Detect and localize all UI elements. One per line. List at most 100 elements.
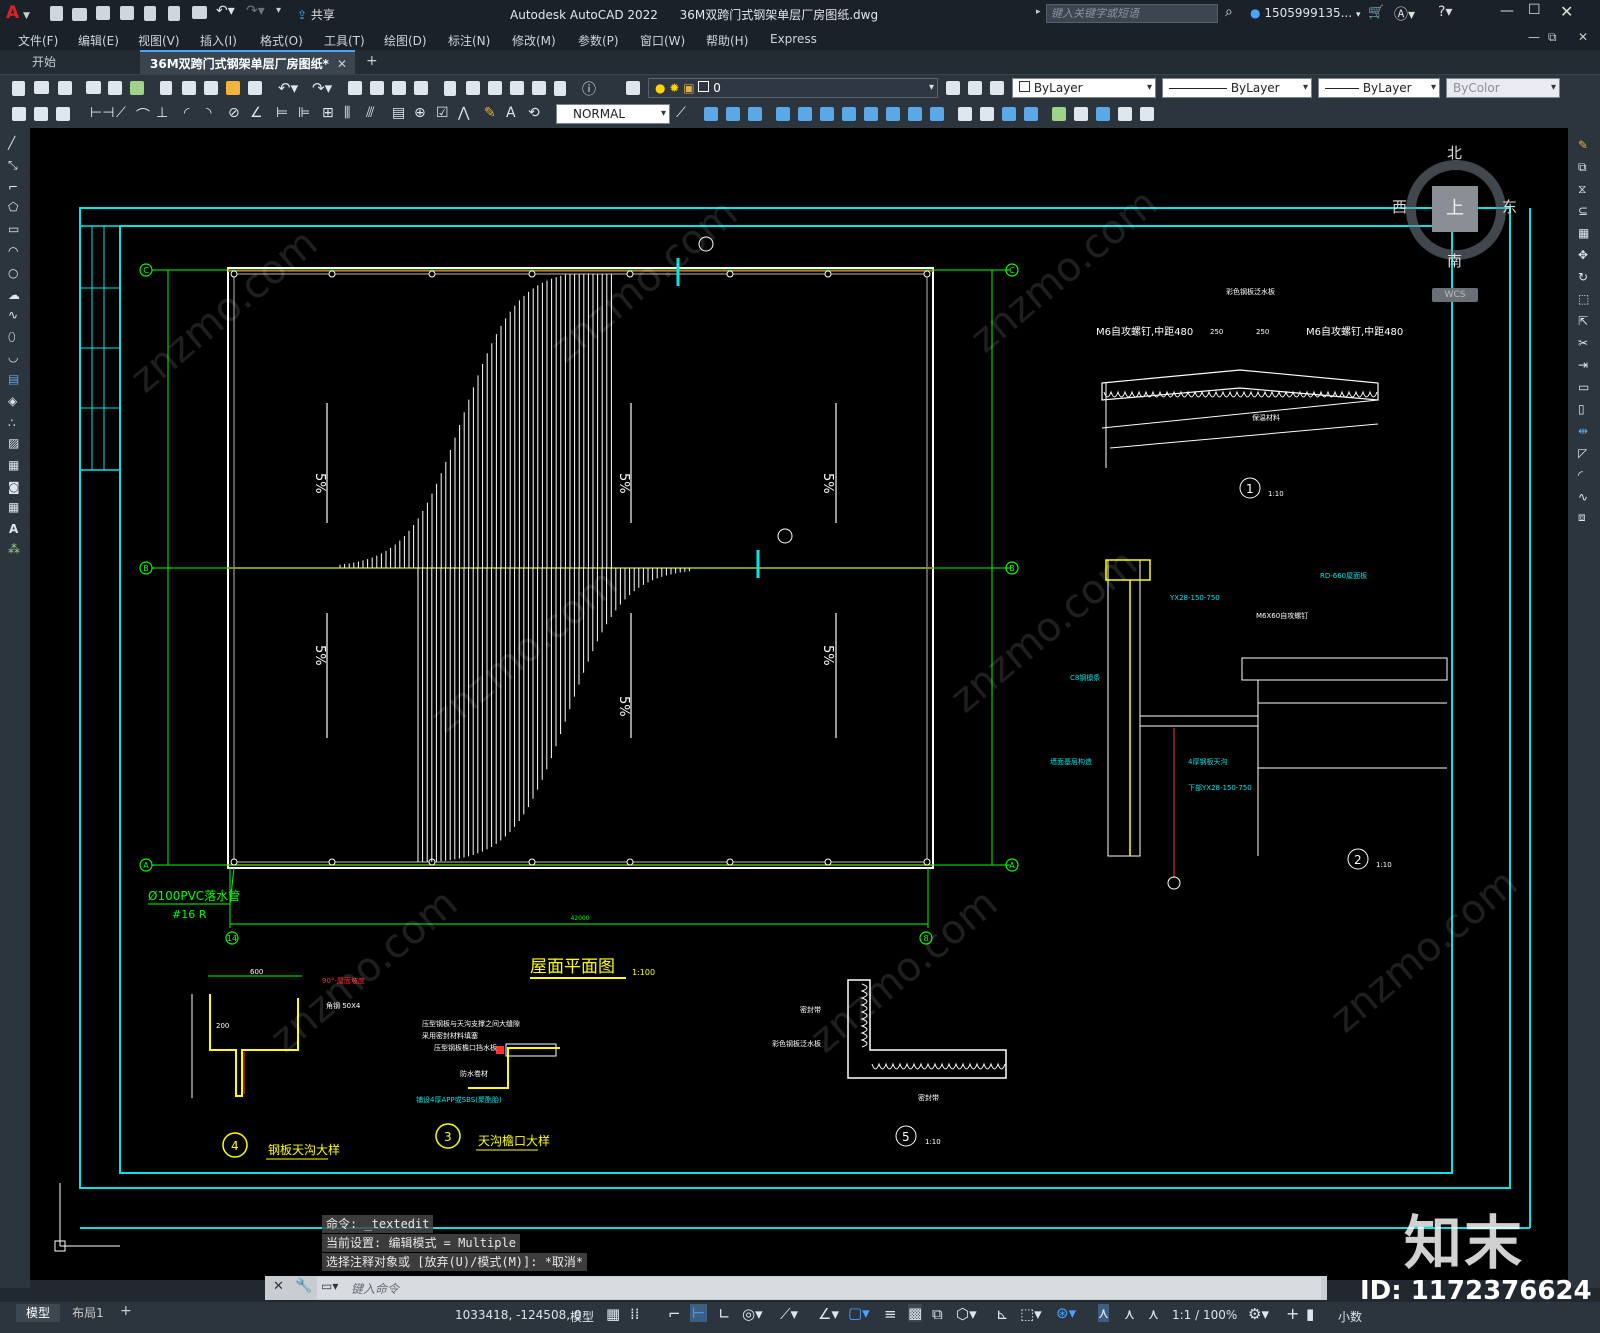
dynamic-ucs-icon[interactable]: ⊾ [996, 1305, 1009, 1323]
menu-parametric[interactable]: 参数(P) [578, 32, 619, 49]
tab-drawing[interactable]: 36M双跨门式钢架单层厂房图纸* ✕ [140, 50, 355, 74]
menu-view[interactable]: 视图(V) [138, 32, 180, 49]
slice-icon[interactable] [930, 107, 944, 121]
explode-icon[interactable]: ⧈ [1578, 510, 1586, 525]
loft-icon[interactable] [842, 107, 856, 121]
workspace-gear-icon[interactable]: ⚙▾ [1248, 1305, 1269, 1323]
point-icon[interactable]: ∴ [8, 416, 16, 430]
menu-dimension[interactable]: 标注(N) [448, 32, 490, 49]
lineweight-dropdown[interactable]: ByLayer ▾ [1318, 78, 1440, 98]
gizmo-icon[interactable]: ⊛▾ [1056, 1304, 1076, 1322]
dim-update-icon[interactable]: ⟲ [528, 105, 540, 121]
selection-cycling-icon[interactable]: ⧉ [932, 1305, 943, 1323]
sheet-set-icon[interactable] [510, 81, 524, 95]
redo-icon[interactable]: ↷▾ [246, 3, 265, 19]
menu-insert[interactable]: 插入(I) [200, 32, 237, 49]
break-icon[interactable]: ▯ [1578, 402, 1585, 416]
menu-format[interactable]: 格式(O) [260, 32, 303, 49]
new-file-icon[interactable] [50, 6, 63, 21]
tab-start[interactable]: 开始 [22, 50, 140, 74]
inspect-icon[interactable]: ☑ [436, 105, 449, 121]
union-icon[interactable] [864, 107, 878, 121]
rectangle-icon[interactable]: ▭ [8, 222, 19, 236]
transparency-icon[interactable]: ▩ [908, 1304, 923, 1322]
menu-edit[interactable]: 编辑(E) [78, 32, 119, 49]
ortho-icon[interactable]: ⊢ [690, 1304, 708, 1322]
help-search-input[interactable]: 键入关键字或短语 [1046, 4, 1218, 23]
compass-east[interactable]: 东 [1502, 196, 1517, 217]
save-icon[interactable] [96, 6, 110, 20]
plotstyle-dropdown[interactable]: ByColor ▾ [1446, 78, 1560, 98]
units-icon[interactable]: ▮ [1306, 1305, 1314, 1323]
publish-icon[interactable] [130, 81, 144, 95]
close-icon[interactable]: ✕ [1560, 2, 1573, 21]
command-input[interactable]: ▭▾ 键入命令 [317, 1277, 1321, 1299]
menu-tools[interactable]: 工具(T) [324, 32, 365, 49]
array-icon[interactable]: ▦ [1578, 226, 1589, 240]
polar-icon[interactable]: ∟ [718, 1305, 731, 1323]
command-close-icon[interactable]: ✕ [273, 1279, 284, 1294]
menu-help[interactable]: 帮助(H) [706, 32, 748, 49]
model-space-toggle[interactable]: 模型 [570, 1308, 594, 1325]
continue-icon[interactable]: ⊞ [322, 105, 334, 121]
linear-dimension-icon[interactable]: ⊢⊣ [90, 105, 114, 121]
user-account[interactable]: ● 1505999135... ▾ [1250, 6, 1360, 20]
wrench-icon[interactable]: 🔧 [295, 1278, 312, 1294]
orbit-icon[interactable] [1074, 107, 1088, 121]
pan-icon[interactable] [348, 81, 362, 95]
new-layout-button[interactable]: + [120, 1303, 132, 1319]
chevron-right-icon[interactable]: ▸ [1036, 7, 1041, 17]
modify-icon-b[interactable] [34, 107, 48, 121]
isodraft-icon[interactable]: ◎▾ [742, 1305, 763, 1323]
doc-restore-icon[interactable]: ⧉ [1548, 30, 1557, 45]
add-selected-icon[interactable]: ⁂ [8, 542, 20, 556]
rotate-icon[interactable]: ↻ [1578, 270, 1588, 284]
web-open-icon[interactable] [144, 6, 156, 21]
zoom-window-icon[interactable] [392, 81, 406, 95]
shade-icon[interactable] [958, 107, 972, 121]
fillet-icon[interactable]: ◜ [1578, 468, 1583, 482]
help-icon[interactable]: ?▾ [1438, 4, 1452, 20]
construction-line-icon[interactable]: ⤡ [8, 158, 18, 173]
redo-icon[interactable]: ↷▾ [312, 79, 332, 97]
coordinates-readout[interactable]: 1033418, -124508, 0 [455, 1308, 581, 1322]
compass-west[interactable]: 西 [1392, 196, 1407, 217]
menu-draw[interactable]: 绘图(D) [384, 32, 427, 49]
autodesk-a360-icon[interactable]: Ⓐ▾ [1394, 4, 1415, 24]
revcloud-icon[interactable]: ☁ [8, 288, 20, 302]
dim-text-edit-icon[interactable]: A [506, 105, 516, 121]
wcs-menu[interactable]: WCS [1432, 288, 1478, 302]
polyline-icon[interactable]: ⌐ [8, 180, 18, 194]
save-as-icon[interactable] [120, 6, 134, 20]
match-properties-icon[interactable] [226, 81, 240, 95]
infer-icon[interactable]: ⌐ [668, 1305, 681, 1323]
line-icon[interactable]: ╱ [8, 136, 15, 150]
scale-icon[interactable]: ⬚ [1578, 292, 1589, 306]
make-block-icon[interactable]: ◈ [8, 394, 17, 408]
walk-icon[interactable] [1096, 107, 1110, 121]
visual-style-icon[interactable] [1002, 107, 1016, 121]
save-icon[interactable] [58, 81, 72, 95]
radius-icon[interactable]: ◜ [184, 105, 189, 121]
osnap-tracking-icon[interactable]: ⟋▾ [780, 1305, 798, 1323]
dimstyle-dropdown[interactable]: NORMAL ▾ [556, 104, 670, 124]
subtract-icon[interactable] [886, 107, 900, 121]
modify-icon-a[interactable] [12, 107, 26, 121]
stretch-icon[interactable]: ⇱ [1578, 314, 1588, 328]
compass-south[interactable]: 南 [1447, 250, 1462, 271]
selection-filter-icon[interactable]: ⬚▾ [1020, 1305, 1042, 1323]
share-button[interactable]: ⇪ 共享 [297, 6, 335, 23]
layout-tab-layout1[interactable]: 布局1 [64, 1304, 112, 1322]
zoom-previous-icon[interactable] [414, 81, 428, 95]
extrude-icon[interactable] [776, 107, 790, 121]
annotation-scale[interactable]: 1:1 / 100% [1172, 1308, 1237, 1322]
menu-express[interactable]: Express [770, 32, 817, 46]
jogged-linear-icon[interactable]: ⋀ [458, 105, 469, 121]
linetype-dropdown[interactable]: ByLayer ▾ [1162, 78, 1312, 98]
snap-icon[interactable]: ⁞⁞ [630, 1305, 640, 1323]
menu-file[interactable]: 文件(F) [18, 32, 58, 49]
dimstyle-icon[interactable]: ⟋ [676, 105, 686, 121]
undo-icon[interactable]: ↶▾ [278, 79, 298, 97]
layer-previous-icon[interactable] [968, 81, 982, 95]
maximize-icon[interactable]: ☐ [1528, 2, 1541, 18]
